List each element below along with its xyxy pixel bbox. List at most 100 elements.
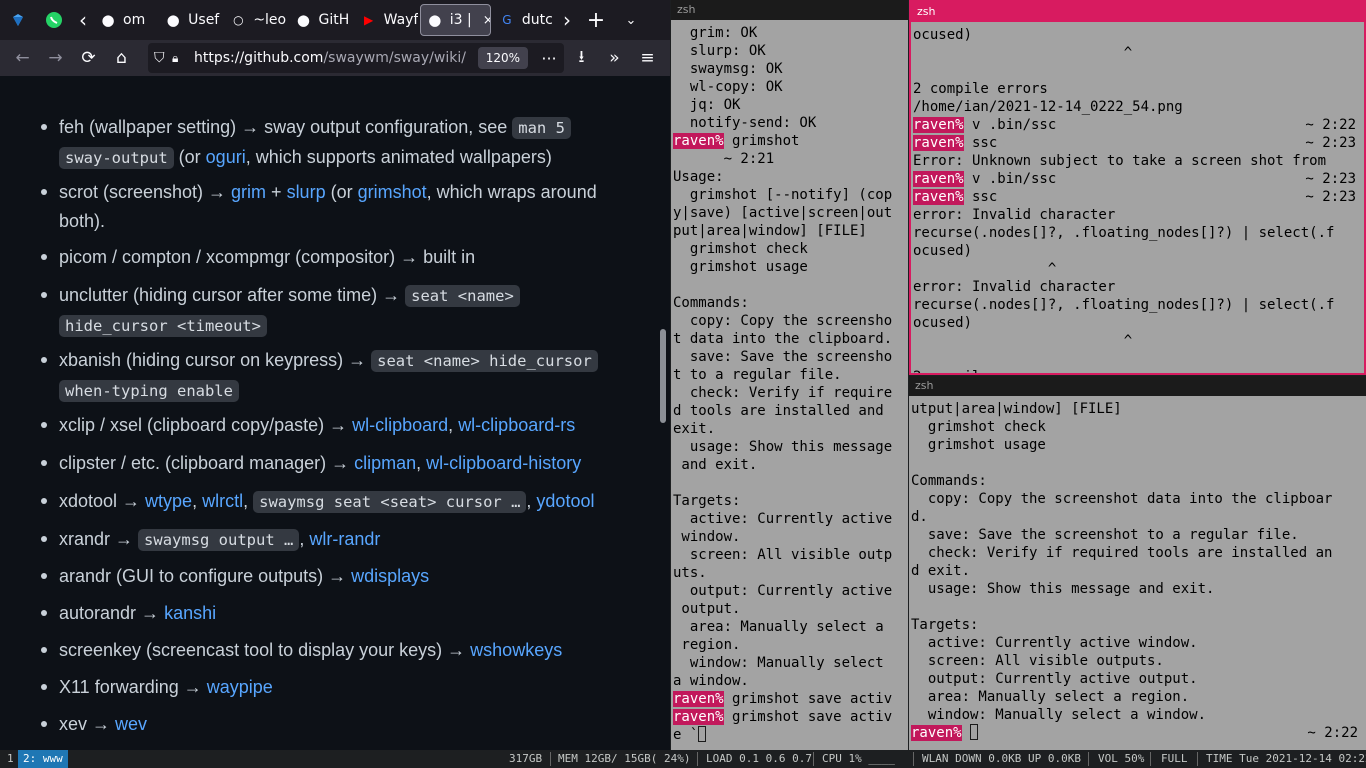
link[interactable]: waypipe	[207, 677, 273, 697]
text: autorandr →	[59, 603, 165, 623]
link[interactable]: wlrctl	[202, 491, 243, 511]
terminal-line: window: Manually select a window.	[911, 707, 1207, 723]
home-button[interactable]: ⌂	[105, 42, 138, 74]
link[interactable]: grim	[231, 182, 266, 202]
tab-2[interactable]: ○ ~leo	[224, 4, 287, 36]
terminal-line: jq: OK	[673, 97, 741, 113]
lock-icon[interactable]: 🔒︎	[172, 51, 188, 66]
terminal-line: Commands:	[911, 473, 987, 489]
prompt-right: ~ 2:23	[1305, 171, 1356, 187]
tab-1[interactable]: ● Usef	[159, 4, 222, 36]
terminal-line: area: Manually select a	[673, 619, 884, 635]
pinned-tab-gem[interactable]	[0, 0, 36, 40]
tab-scroll-left-icon[interactable]: ‹	[72, 0, 94, 40]
tab-6[interactable]: Gdutc	[493, 4, 556, 36]
terminal-line: raven% grimshot save activ	[673, 708, 908, 726]
divider	[1150, 752, 1151, 766]
url-bar[interactable]: ⛉ 🔒︎ https://github.com/swaywm/sway/wiki…	[148, 43, 564, 73]
pinned-tab-whatsapp[interactable]	[36, 0, 72, 40]
terminal-line: e `	[673, 726, 908, 744]
circle-icon: ○	[233, 13, 244, 27]
link[interactable]: wl-clipboard	[352, 415, 448, 435]
hamburger-menu-icon[interactable]: ≡	[631, 42, 664, 74]
url-text[interactable]: https://github.com/swaywm/sway/wiki/	[194, 50, 478, 66]
terminal-line: usage: Show this message	[673, 439, 893, 455]
list-item: xbanish (hiding cursor on keypress) → se…	[40, 346, 640, 406]
link[interactable]: kanshi	[164, 603, 216, 623]
tab-5[interactable]: ● i3 | ×	[419, 4, 491, 36]
wlan-status: WLAN DOWN 0.0KB UP 0.0KB	[922, 752, 1081, 765]
link[interactable]: wl-clipboard-rs	[458, 415, 575, 435]
page-content: feh (wallpaper setting) → sway output co…	[0, 76, 670, 750]
terminal-line: window: Manually select	[673, 655, 884, 671]
partial-link-above[interactable]	[59, 76, 139, 80]
tab-scroll-right-icon[interactable]: ›	[556, 0, 578, 40]
prompt-right: ~ 2:23	[1305, 189, 1356, 205]
terminal-line: grimshot check	[911, 419, 1046, 435]
tab-0[interactable]: ● om	[94, 4, 157, 36]
terminal-line: wl-copy: OK	[673, 79, 783, 95]
terminal-bottom-right[interactable]: zsh utput|area|window] [FILE] grimshot c…	[909, 376, 1366, 750]
text: arandr (GUI to configure outputs) →	[59, 566, 352, 586]
link[interactable]: wl-clipboard-history	[426, 453, 581, 473]
tab-3[interactable]: ● GitH	[289, 4, 352, 36]
terminal-line: window.	[673, 529, 741, 545]
overflow-menu-icon[interactable]: »	[598, 42, 631, 74]
terminal-line: Targets:	[673, 493, 741, 509]
text: ,	[416, 453, 427, 473]
page-actions-icon[interactable]: ···	[534, 49, 564, 68]
link[interactable]: ydotool	[536, 491, 594, 511]
youtube-icon: ▶	[364, 13, 374, 27]
back-button[interactable]: ←	[6, 42, 39, 74]
divider	[1197, 752, 1198, 766]
terminal-line: slurp: OK	[673, 43, 766, 59]
navigation-toolbar: ← → ⟳ ⌂ ⛉ 🔒︎ https://github.com/swaywm/s…	[0, 40, 670, 76]
tab-label: GitH	[318, 12, 350, 28]
terminal-line: save: Save the screensho	[673, 349, 893, 365]
shield-icon[interactable]: ⛉	[154, 50, 172, 66]
terminal-line: grimshot usage	[673, 259, 808, 275]
tab-label: dutc	[521, 12, 553, 28]
terminal-line: ~ 2:23 raven% ssc	[913, 134, 1364, 152]
terminal-left[interactable]: zsh grim: OK slurp: OK swaymsg: OK wl-co…	[671, 0, 908, 750]
command-text: ssc	[963, 189, 998, 205]
terminal-line: Usage:	[673, 169, 724, 185]
link[interactable]: wtype	[145, 491, 192, 511]
link[interactable]: clipman	[354, 453, 416, 473]
link[interactable]: wev	[115, 714, 147, 734]
text: ,	[299, 529, 310, 549]
gem-icon	[13, 14, 23, 26]
github-icon: ●	[296, 11, 311, 29]
inline-code: swaymsg output …	[138, 529, 300, 551]
terminal-line: ~ 2:22 raven%	[911, 724, 1366, 742]
terminal-line: ~ 2:23 raven% ssc	[913, 188, 1364, 206]
zoom-indicator[interactable]: 120%	[477, 47, 528, 69]
link[interactable]: oguri	[206, 147, 246, 167]
terminal-top-right[interactable]: zsh ocused) ^ 2 compile errors/home/ian/2…	[909, 0, 1366, 375]
list-all-tabs-button[interactable]: ⌄	[614, 0, 648, 40]
link[interactable]: wdisplays	[351, 566, 429, 586]
page-scrollbar[interactable]	[660, 329, 666, 423]
command-text: e `	[673, 727, 699, 743]
link[interactable]: wlr-randr	[309, 529, 380, 549]
shell-prompt: raven%	[913, 117, 964, 133]
link[interactable]: grimshot	[358, 182, 427, 202]
command-text: grimshot save activ	[723, 709, 893, 725]
workspace-1[interactable]: 1	[2, 750, 19, 768]
new-tab-button[interactable]: +	[578, 0, 614, 40]
downloads-icon[interactable]: ⭳	[565, 42, 598, 74]
terminal-line: copy: Copy the screenshot data into the …	[911, 491, 1333, 507]
close-tab-icon[interactable]: ×	[483, 13, 490, 28]
divider	[813, 752, 814, 766]
terminal-line: copy: Copy the screensho	[673, 313, 893, 329]
workspace-2[interactable]: 2: www	[18, 750, 68, 768]
reload-button[interactable]: ⟳	[72, 42, 105, 74]
link[interactable]: wshowkeys	[470, 640, 562, 660]
command-text: grimshot save activ	[723, 691, 893, 707]
terminal-line: a window.	[673, 673, 749, 689]
tab-4[interactable]: ▶ Wayf	[355, 4, 418, 36]
link[interactable]: slurp	[287, 182, 326, 202]
forward-button[interactable]: →	[39, 42, 72, 74]
list-item: xdotool → wtype, wlrctl, swaymsg seat <s…	[40, 487, 640, 517]
